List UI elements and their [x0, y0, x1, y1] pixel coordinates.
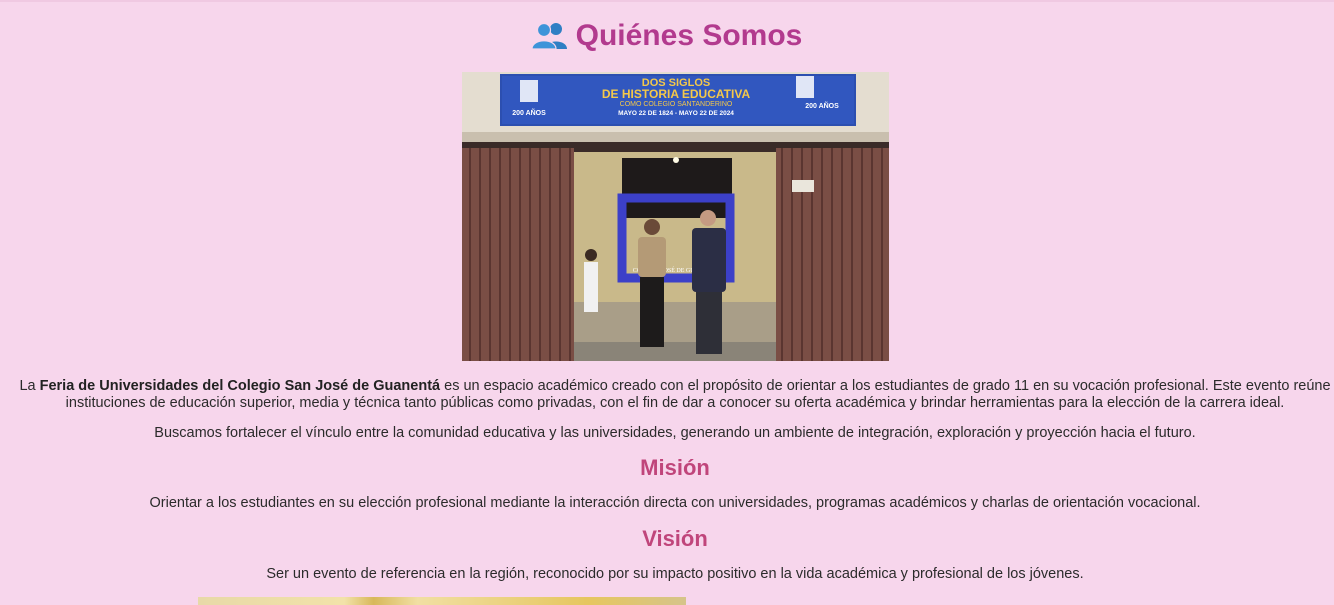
second-photo	[198, 597, 686, 605]
svg-text:MAYO 22 DE 1824 - MAYO 22 DE 2: MAYO 22 DE 1824 - MAYO 22 DE 2024	[618, 110, 734, 117]
vision-text: Ser un evento de referencia en la región…	[266, 566, 1084, 582]
purpose-paragraph: Buscamos fortalecer el vínculo entre la …	[154, 425, 1196, 441]
intro-paragraph: La Feria de Universidades del Colegio Sa…	[19, 378, 1331, 411]
svg-text:DE HISTORIA EDUCATIVA: DE HISTORIA EDUCATIVA	[602, 87, 751, 101]
vision-heading: Visión	[642, 526, 708, 551]
mision-heading: Misión	[640, 455, 710, 480]
svg-text:200 AÑOS: 200 AÑOS	[512, 108, 546, 117]
event-name: Feria de Universidades del Colegio San J…	[39, 378, 441, 394]
svg-text:COMO COLEGIO SANTANDERINO: COMO COLEGIO SANTANDERINO	[620, 101, 733, 108]
svg-text:200 AÑOS: 200 AÑOS	[805, 101, 839, 110]
page-title: Quiénes Somos	[0, 0, 1334, 54]
school-entrance-photo: DOS SIGLOS DE HISTORIA EDUCATIVA COMO CO…	[462, 72, 889, 361]
page-title-text: Quiénes Somos	[575, 19, 803, 52]
mision-text: Orientar a los estudiantes en su elecció…	[149, 495, 1201, 511]
people-icon	[531, 21, 568, 49]
about-section: Quiénes Somos DOS SIGLOS DE HISTORIA EDU…	[0, 0, 1334, 605]
